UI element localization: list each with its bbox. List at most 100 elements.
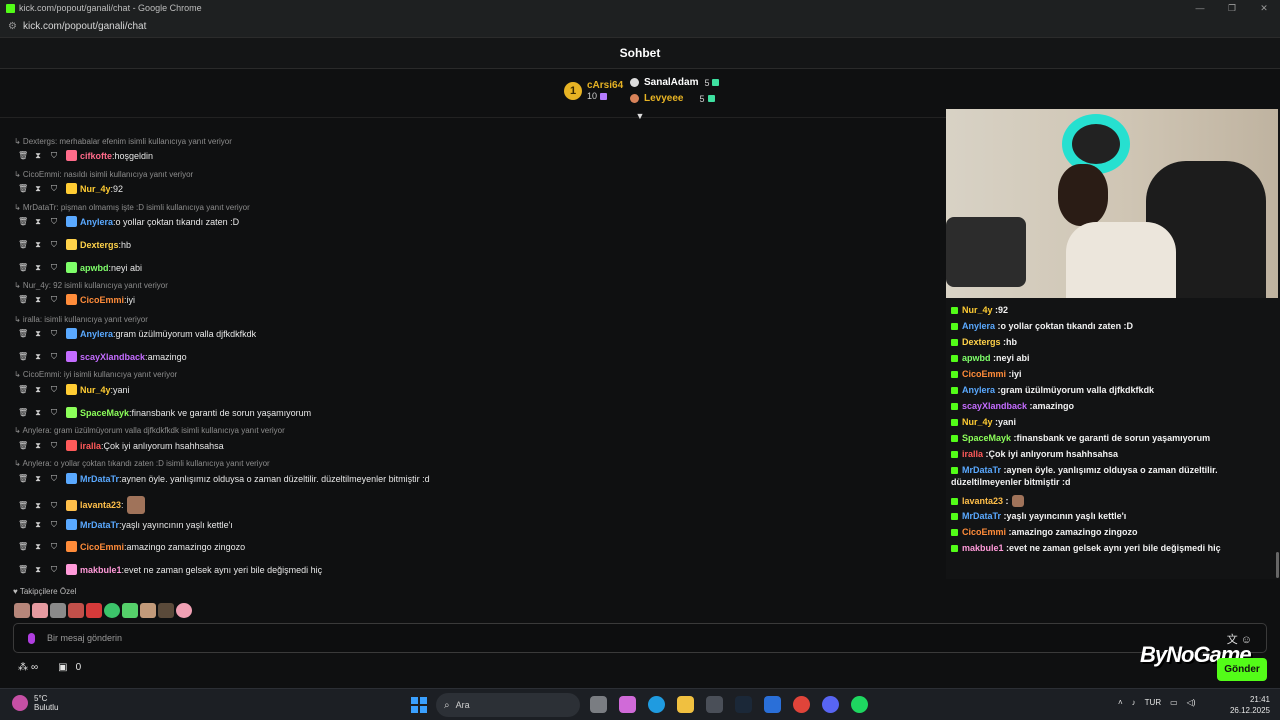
volume-icon[interactable]: ◁) <box>1187 698 1196 707</box>
channel-points-icon[interactable]: ⁂ <box>18 662 28 673</box>
gift-icon[interactable]: ▣ <box>58 662 67 673</box>
chat-message[interactable]: 🗑 ⧗ ⛉ CicoEmmi: amazingo zamazingo zingozo <box>18 541 245 552</box>
timeout-icon[interactable]: ⧗ <box>34 408 42 417</box>
chat-message[interactable]: 🗑 ⧗ ⛉ apwbd: neyi abi <box>18 262 142 273</box>
send-button[interactable]: Gönder <box>1217 658 1267 681</box>
ban-icon[interactable]: ⛉ <box>50 151 58 160</box>
timeout-icon[interactable]: ⧗ <box>34 441 42 450</box>
emote-icon[interactable] <box>104 603 120 618</box>
chat-username[interactable]: SpaceMayk <box>80 408 129 418</box>
close-icon[interactable]: ✕ <box>1248 0 1280 16</box>
ban-icon[interactable]: ⛉ <box>50 240 58 249</box>
ban-icon[interactable]: ⛉ <box>50 295 58 304</box>
ban-icon[interactable]: ⛉ <box>50 474 58 483</box>
chat-message[interactable]: 🗑 ⧗ ⛉ cifkofte: hoşgeldin <box>18 150 153 161</box>
chat-message[interactable]: 🗑 ⧗ ⛉ CicoEmmi: iyi <box>18 294 135 305</box>
delete-icon[interactable]: 🗑 <box>18 542 28 551</box>
leaderboard-first[interactable]: 1 cArsi64 10 <box>564 80 623 101</box>
weather-widget[interactable]: 5°C Bulutlu <box>12 694 58 712</box>
chat-message[interactable]: 🗑 ⧗ ⛉ Anylera: o yollar çoktan tıkandı zate… <box>18 216 239 227</box>
chat-message[interactable]: 🗑 ⧗ ⛉ Dextergs: hb <box>18 239 131 250</box>
timeout-icon[interactable]: ⧗ <box>34 474 42 483</box>
ban-icon[interactable]: ⛉ <box>50 329 58 338</box>
ban-icon[interactable]: ⛉ <box>50 263 58 272</box>
timeout-icon[interactable]: ⧗ <box>34 352 42 361</box>
chat-username[interactable]: CicoEmmi <box>80 542 124 552</box>
timeout-icon[interactable]: ⧗ <box>34 542 42 551</box>
chat-username[interactable]: scayXlandback <box>80 352 145 362</box>
delete-icon[interactable]: 🗑 <box>18 184 28 193</box>
address-bar[interactable]: ⚙ kick.com/popout/ganali/chat <box>0 16 1280 38</box>
leaderboard-third[interactable]: Levyeee 5 <box>630 93 715 104</box>
delete-icon[interactable]: 🗑 <box>18 217 28 226</box>
timeout-icon[interactable]: ⧗ <box>34 151 42 160</box>
chat-username[interactable]: cifkofte <box>80 151 112 161</box>
chat-username[interactable]: apwbd <box>80 263 109 273</box>
chrome-icon[interactable] <box>793 696 810 713</box>
ban-icon[interactable]: ⛉ <box>50 217 58 226</box>
chat-username[interactable]: lavanta23 <box>80 500 121 510</box>
delete-icon[interactable]: 🗑 <box>18 474 28 483</box>
spotify-icon[interactable] <box>851 696 868 713</box>
chat-username[interactable]: MrDataTr <box>80 520 119 530</box>
chat-message[interactable]: 🗑 ⧗ ⛉ Anylera: gram üzülmüyorum valla djfkd… <box>18 328 256 339</box>
emote-icon[interactable] <box>158 603 174 618</box>
timeout-icon[interactable]: ⧗ <box>34 240 42 249</box>
steam-icon[interactable] <box>735 696 752 713</box>
delete-icon[interactable]: 🗑 <box>18 329 28 338</box>
restore-icon[interactable]: ❐ <box>1216 0 1248 16</box>
file-explorer-icon[interactable] <box>677 696 694 713</box>
tray-overflow-icon[interactable]: ˄ <box>1118 698 1123 707</box>
chat-message[interactable]: 🗑 ⧗ ⛉ iralla: Çok iyi anlıyorum hsahhsahsa <box>18 440 224 451</box>
emote-icon[interactable] <box>14 603 30 618</box>
timeout-icon[interactable]: ⧗ <box>34 501 42 510</box>
ban-icon[interactable]: ⛉ <box>50 352 58 361</box>
emote-icon[interactable] <box>176 603 192 618</box>
chat-message[interactable]: 🗑 ⧗ ⛉ scayXlandback: amazingo <box>18 351 187 362</box>
delete-icon[interactable]: 🗑 <box>18 408 28 417</box>
chat-username[interactable]: CicoEmmi <box>80 295 124 305</box>
ban-icon[interactable]: ⛉ <box>50 520 58 529</box>
timeout-icon[interactable]: ⧗ <box>34 295 42 304</box>
store-icon[interactable] <box>706 696 723 713</box>
clock[interactable]: 21:41 26.12.2025 <box>1226 694 1270 716</box>
ban-icon[interactable]: ⛉ <box>50 441 58 450</box>
delete-icon[interactable]: 🗑 <box>18 295 28 304</box>
timeout-icon[interactable]: ⧗ <box>34 329 42 338</box>
delete-icon[interactable]: 🗑 <box>18 263 28 272</box>
delete-icon[interactable]: 🗑 <box>18 240 28 249</box>
chat-username[interactable]: Dextergs <box>80 240 119 250</box>
chat-username[interactable]: Anylera <box>80 217 113 227</box>
message-input[interactable]: Bir mesaj gönderin 文 ☺ <box>13 623 1267 653</box>
language-indicator[interactable]: TUR <box>1145 698 1161 707</box>
emote-icon[interactable] <box>50 603 66 618</box>
start-button[interactable] <box>411 697 427 713</box>
emote-icon[interactable] <box>68 603 84 618</box>
chat-message[interactable]: 🗑 ⧗ ⛉ SpaceMayk: finansbank ve garanti de s… <box>18 407 311 418</box>
timeout-icon[interactable]: ⧗ <box>34 263 42 272</box>
delete-icon[interactable]: 🗑 <box>18 441 28 450</box>
chat-username[interactable]: MrDataTr <box>80 474 119 484</box>
chat-message[interactable]: 🗑 ⧗ ⛉ lavanta23: <box>18 496 145 514</box>
taskbar-search[interactable]: ⌕ Ara <box>436 693 580 717</box>
chat-message[interactable]: 🗑 ⧗ ⛉ MrDataTr: aynen öyle. yanlışımız oldu… <box>18 473 430 484</box>
ban-icon[interactable]: ⛉ <box>50 542 58 551</box>
timeout-icon[interactable]: ⧗ <box>34 217 42 226</box>
delete-icon[interactable]: 🗑 <box>18 520 28 529</box>
tray-mic-icon[interactable]: ♪ <box>1132 698 1136 707</box>
task-view-icon[interactable] <box>590 696 607 713</box>
chat-message[interactable]: 🗑 ⧗ ⛉ MrDataTr: yaşlı yayıncının yaşlı kett… <box>18 519 233 530</box>
emote-icon[interactable] <box>32 603 48 618</box>
delete-icon[interactable]: 🗑 <box>18 385 28 394</box>
minimize-icon[interactable]: — <box>1184 0 1216 16</box>
ban-icon[interactable]: ⛉ <box>50 184 58 193</box>
delete-icon[interactable]: 🗑 <box>18 352 28 361</box>
timeout-icon[interactable]: ⧗ <box>34 520 42 529</box>
leaderboard-second[interactable]: SanalAdam 5 <box>630 77 720 88</box>
network-icon[interactable]: ▭ <box>1170 698 1178 707</box>
copilot-icon[interactable] <box>619 696 636 713</box>
chat-username[interactable]: Nur_4y <box>80 385 111 395</box>
microphone-icon[interactable] <box>28 632 35 644</box>
site-info-icon[interactable]: ⚙ <box>8 21 17 32</box>
chat-message[interactable]: 🗑 ⧗ ⛉ Nur_4y: yani <box>18 384 130 395</box>
